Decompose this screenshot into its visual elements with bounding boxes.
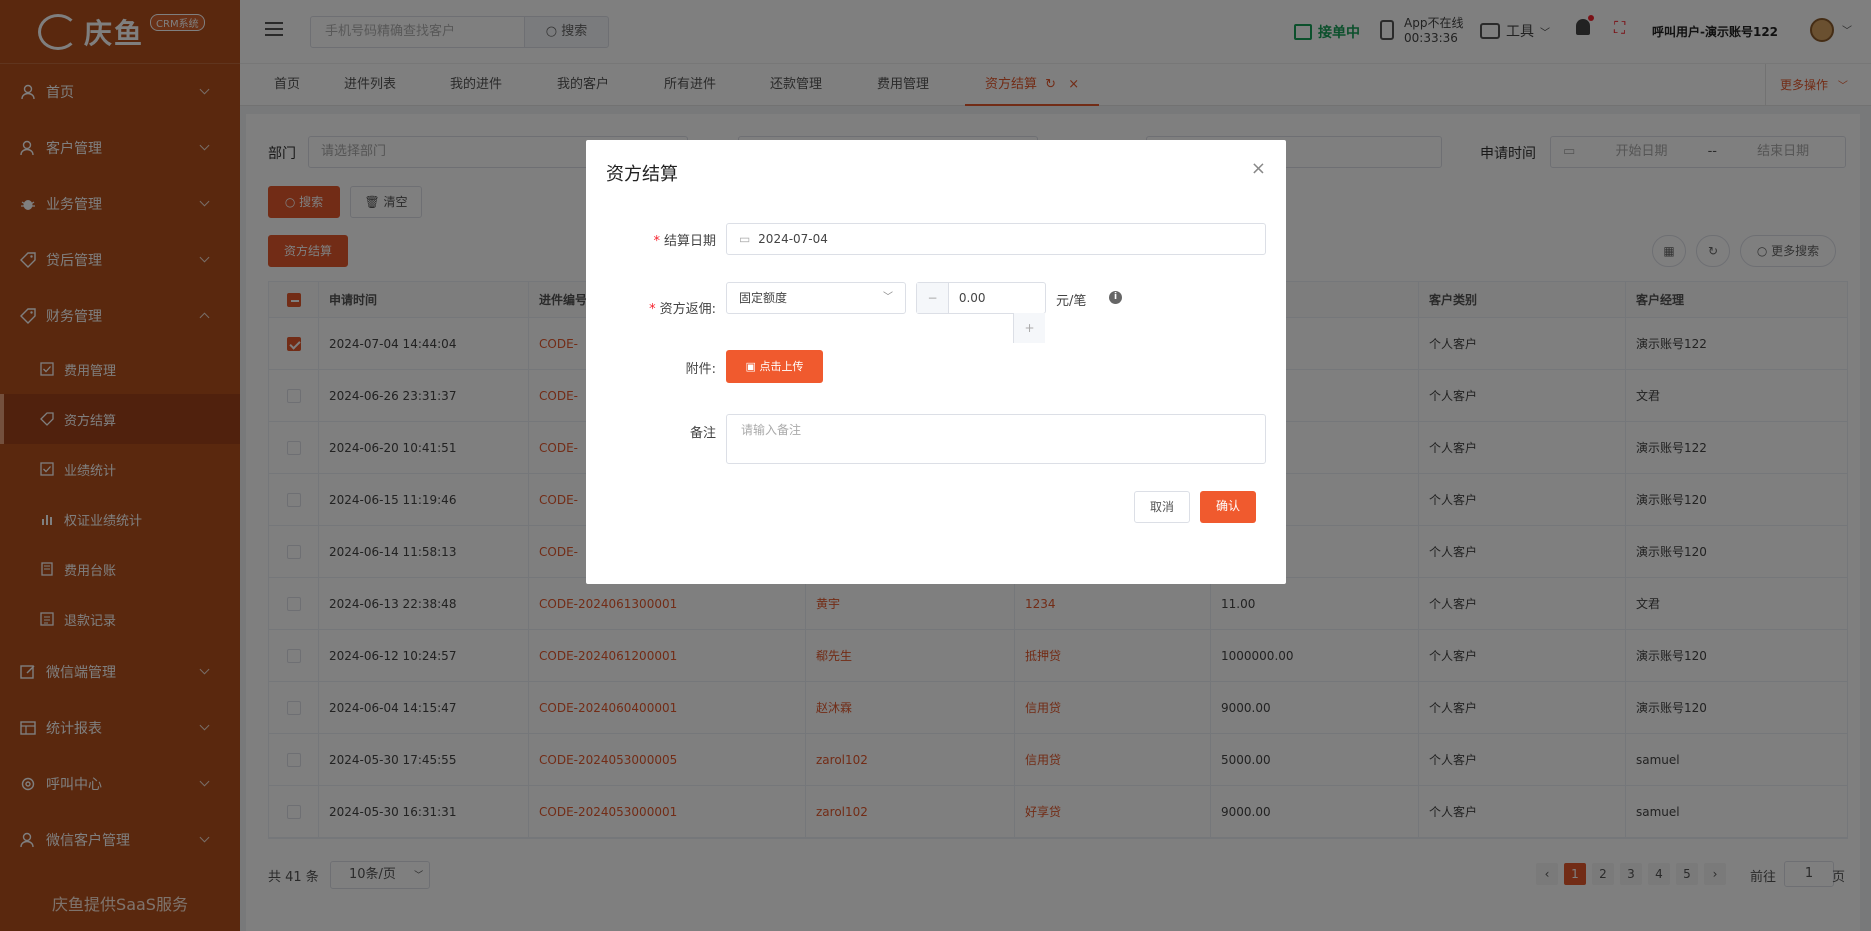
confirm-button[interactable]: 确认: [1200, 491, 1256, 523]
calendar-icon: ▭: [739, 232, 751, 246]
plus-icon[interactable]: +: [1013, 313, 1045, 343]
cancel-button[interactable]: 取消: [1134, 491, 1190, 523]
dialog-title: 资方结算: [606, 164, 678, 185]
upload-button[interactable]: ▣ 点击上传: [726, 350, 823, 383]
upload-button-label: 点击上传: [759, 360, 804, 373]
settle-date-picker[interactable]: ▭ 2024-07-04: [726, 223, 1266, 255]
rebate-type-value: 固定额度: [739, 291, 788, 305]
settlement-dialog: 资方结算 × * 结算日期 ▭ 2024-07-04 * 资方返佣: 固定额度 ﹀ …: [586, 140, 1286, 584]
settle-date-label: * 结算日期: [653, 234, 716, 249]
rebate-label-text: 资方返佣:: [659, 302, 716, 317]
settle-date-label-text: 结算日期: [663, 234, 716, 249]
rebate-stepper[interactable]: − 0.00 +: [916, 282, 1046, 343]
rebate-unit: 元/笔: [1056, 294, 1087, 309]
attachment-label: 附件:: [685, 362, 716, 377]
close-icon[interactable]: ×: [1251, 160, 1266, 178]
upload-icon: ▣: [745, 360, 756, 373]
rebate-label: * 资方返佣:: [649, 302, 716, 317]
note-textarea[interactable]: 请输入备注: [726, 414, 1266, 464]
chevron-down-icon: ﹀: [883, 292, 893, 303]
rebate-value: 0.00: [958, 291, 986, 305]
minus-icon[interactable]: −: [917, 283, 949, 313]
rebate-type-select[interactable]: 固定额度 ﹀: [726, 282, 906, 314]
settle-date-value: 2024-07-04: [758, 232, 828, 246]
info-icon[interactable]: i: [1109, 291, 1122, 304]
note-label: 备注: [689, 426, 716, 441]
